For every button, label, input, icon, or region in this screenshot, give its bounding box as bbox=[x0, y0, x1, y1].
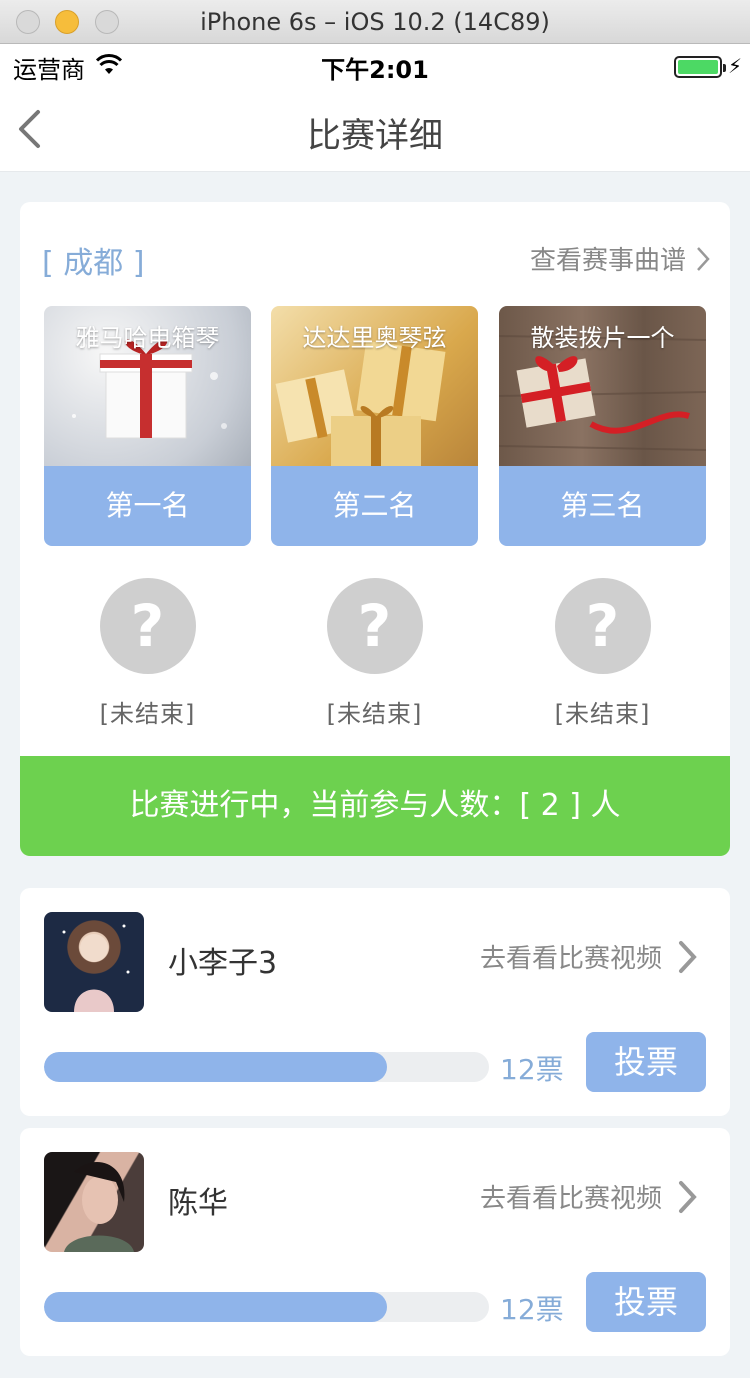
prize-rank: 第三名 bbox=[499, 466, 706, 546]
view-score-link[interactable]: 查看赛事曲谱 bbox=[530, 240, 710, 277]
window-titlebar: iPhone 6s – iOS 10.2 (14C89) bbox=[0, 0, 750, 44]
winner-slot-second: ? [未结束] bbox=[271, 578, 478, 729]
vote-progress-bar bbox=[44, 1292, 489, 1322]
prize-card-second[interactable]: 达达里奥琴弦 第二名 bbox=[271, 306, 478, 546]
participant-name: 小李子3 bbox=[168, 946, 278, 981]
watch-video-link[interactable]: 去看看比赛视频 bbox=[480, 938, 698, 975]
participant-card: 陈华 去看看比赛视频 12票 投票 bbox=[20, 1128, 730, 1356]
window-title: iPhone 6s – iOS 10.2 (14C89) bbox=[200, 8, 550, 36]
status-time: 下午2:01 bbox=[321, 56, 429, 84]
watch-video-link[interactable]: 去看看比赛视频 bbox=[480, 1178, 698, 1215]
prize-card-first[interactable]: 雅马哈电箱琴 第一名 bbox=[44, 306, 251, 546]
participant-card: 小李子3 去看看比赛视频 12票 投票 bbox=[20, 888, 730, 1116]
city-label: [ 成都 ] bbox=[42, 246, 145, 281]
vote-progress-bar bbox=[44, 1052, 489, 1082]
nav-bar: 比赛详细 bbox=[0, 86, 750, 172]
winner-status: [未结束] bbox=[99, 700, 196, 728]
unknown-winner-icon: ? bbox=[326, 578, 423, 674]
contest-card: [ 成都 ] 查看赛事曲谱 雅马哈电箱琴 第一名 达达里奥琴弦 第二名 散装拨片… bbox=[20, 202, 730, 856]
prize-card-third[interactable]: 散装拨片一个 第三名 bbox=[499, 306, 706, 546]
contest-status-banner: 比赛进行中，当前参与人数：[ 2 ] 人 bbox=[20, 756, 730, 856]
prize-name: 雅马哈电箱琴 bbox=[75, 324, 220, 352]
vote-progress-fill bbox=[44, 1292, 387, 1322]
unknown-winner-icon: ? bbox=[554, 578, 651, 674]
watch-video-label: 去看看比赛视频 bbox=[479, 1184, 662, 1214]
winner-slot-third: ? [未结束] bbox=[499, 578, 706, 729]
battery-icon bbox=[674, 56, 726, 78]
vote-count: 12票 bbox=[500, 1293, 564, 1326]
status-bar: 运营商 下午2:01 ⚡ bbox=[0, 44, 750, 86]
vote-button[interactable]: 投票 bbox=[586, 1272, 706, 1332]
chevron-right-icon bbox=[679, 1180, 697, 1213]
participant-name: 陈华 bbox=[168, 1186, 228, 1221]
vote-count: 12票 bbox=[500, 1053, 564, 1086]
prize-name: 散装拨片一个 bbox=[530, 324, 675, 352]
chevron-right-icon bbox=[679, 940, 697, 973]
vote-button[interactable]: 投票 bbox=[586, 1032, 706, 1092]
view-score-label: 查看赛事曲谱 bbox=[529, 246, 686, 276]
winner-status: [未结束] bbox=[554, 700, 651, 728]
avatar bbox=[44, 1152, 144, 1252]
prize-name: 达达里奥琴弦 bbox=[302, 324, 447, 352]
avatar bbox=[44, 912, 144, 1012]
vote-progress-fill bbox=[44, 1052, 387, 1082]
watch-video-label: 去看看比赛视频 bbox=[479, 944, 662, 974]
unknown-winner-icon: ? bbox=[99, 578, 196, 674]
winner-status: [未结束] bbox=[326, 700, 423, 728]
winner-slot-first: ? [未结束] bbox=[44, 578, 251, 729]
chevron-right-icon bbox=[697, 246, 710, 271]
charging-icon: ⚡ bbox=[728, 54, 743, 78]
prize-rank: 第一名 bbox=[44, 466, 251, 546]
page-title: 比赛详细 bbox=[307, 116, 443, 156]
prize-rank: 第二名 bbox=[271, 466, 478, 546]
